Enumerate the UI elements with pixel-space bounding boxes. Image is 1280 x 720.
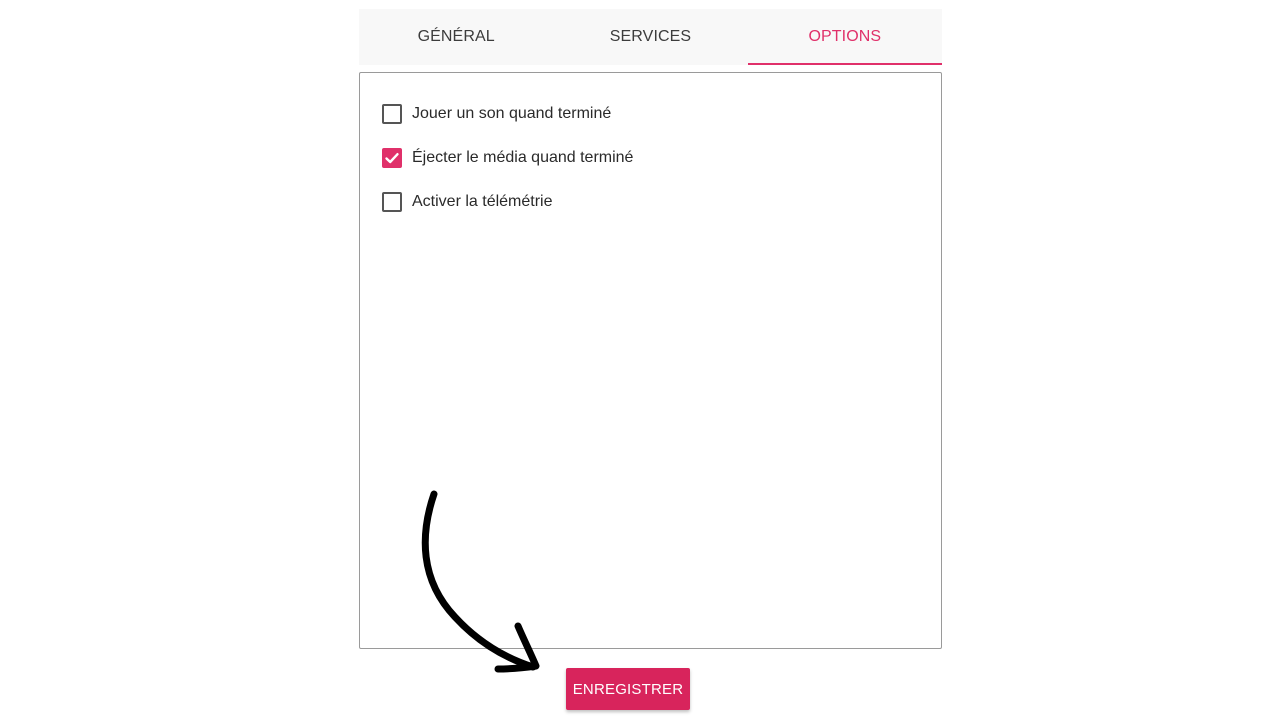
tab-general[interactable]: GÉNÉRAL	[359, 9, 553, 65]
tab-services-label: SERVICES	[609, 28, 692, 45]
options-dialog: GÉNÉRAL SERVICES OPTIONS Jouer un son qu…	[0, 0, 1280, 720]
eject-media-checkbox[interactable]	[382, 148, 402, 168]
tab-services[interactable]: SERVICES	[553, 9, 747, 65]
save-button[interactable]: ENREGISTRER	[566, 668, 690, 710]
option-telemetry[interactable]: Activer la télémétrie	[382, 190, 553, 214]
eject-media-label: Éjecter le média quand terminé	[412, 149, 634, 166]
save-button-label: ENREGISTRER	[572, 680, 684, 698]
tab-bar: GÉNÉRAL SERVICES OPTIONS	[359, 9, 943, 65]
play-sound-label: Jouer un son quand terminé	[412, 105, 612, 122]
tab-general-label: GÉNÉRAL	[417, 28, 495, 45]
tab-options-label: OPTIONS	[808, 28, 882, 45]
tab-options[interactable]: OPTIONS	[747, 9, 943, 65]
play-sound-checkbox[interactable]	[382, 104, 402, 124]
checkmark-icon	[385, 153, 399, 164]
options-panel: Jouer un son quand terminé Éjecter le mé…	[359, 72, 942, 649]
option-play-sound[interactable]: Jouer un son quand terminé	[382, 102, 611, 126]
telemetry-checkbox[interactable]	[382, 192, 402, 212]
telemetry-label: Activer la télémétrie	[412, 193, 553, 210]
option-eject-media[interactable]: Éjecter le média quand terminé	[382, 146, 633, 170]
